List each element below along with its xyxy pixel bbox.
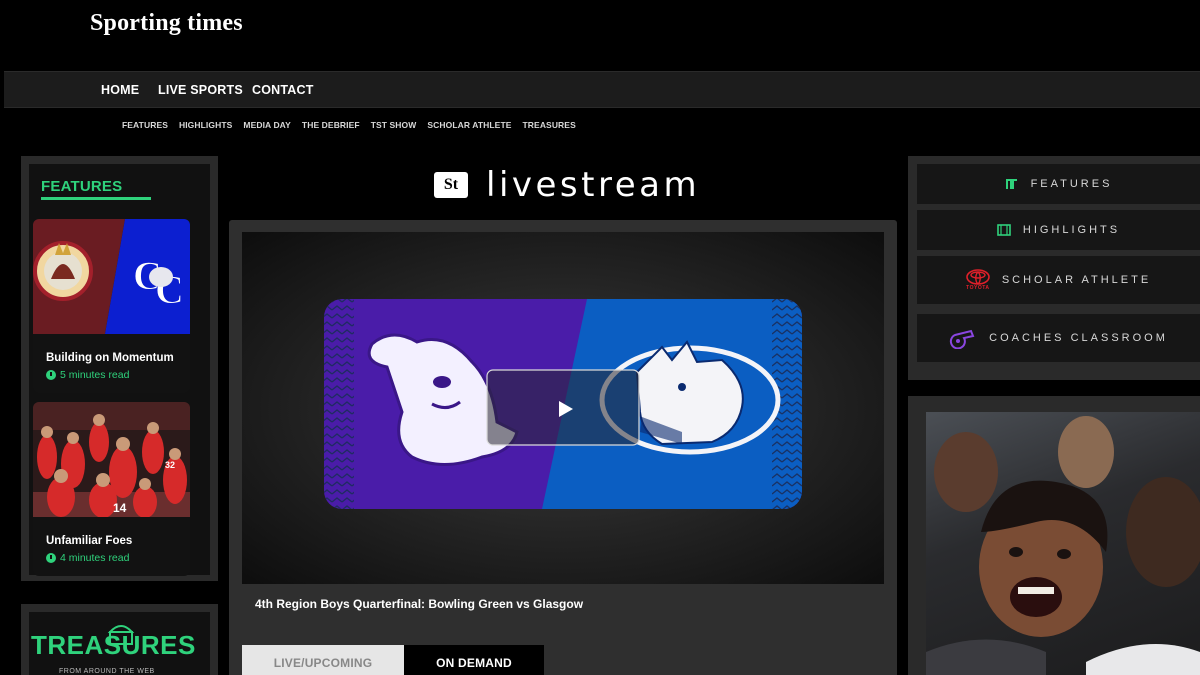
feature-card-2-image: 14 32 — [33, 402, 190, 517]
svg-text:14: 14 — [113, 501, 127, 515]
st-logo: St — [434, 172, 468, 198]
feature-card-1-image: C C — [33, 219, 190, 334]
main-nav: HOME LIVE SPORTS CONTACT — [4, 71, 1200, 108]
right-menu-scholar-athlete[interactable]: TOYOTA SCHOLAR ATHLETE — [917, 256, 1200, 304]
nav-contact[interactable]: CONTACT — [252, 83, 314, 97]
ad-panel — [908, 396, 1200, 675]
nav-home[interactable]: HOME — [101, 83, 139, 97]
matchup-graphic — [324, 299, 802, 509]
feature-card-1-title[interactable]: Building on Momentum — [46, 352, 174, 364]
right-menu-features[interactable]: FEATURES — [917, 164, 1200, 204]
features-underline — [41, 197, 151, 200]
subnav-features[interactable]: FEATURES — [122, 120, 168, 130]
sub-nav: FEATURES HIGHLIGHTS MEDIA DAY THE DEBRIE… — [122, 120, 587, 130]
fans-photo[interactable] — [926, 412, 1200, 675]
video-caption[interactable]: 4th Region Boys Quarterfinal: Bowling Gr… — [255, 597, 583, 611]
feature-card-2-title[interactable]: Unfamiliar Foes — [46, 535, 132, 547]
tab-live-upcoming[interactable]: LIVE/UPCOMING — [242, 645, 404, 675]
toyota-logo-icon — [966, 269, 990, 285]
feature-card-2[interactable]: 14 32 Unfamiliar Foes 4 minutes read — [33, 402, 190, 576]
site-logo[interactable]: Sporting times — [90, 10, 243, 37]
subnav-scholar-athlete[interactable]: SCHOLAR ATHLETE — [427, 120, 511, 130]
clock-icon — [46, 553, 56, 563]
right-menu-highlights[interactable]: HIGHLIGHTS — [917, 210, 1200, 250]
right-menu-scholar-athlete-label: SCHOLAR ATHLETE — [1001, 274, 1152, 286]
subnav-highlights[interactable]: HIGHLIGHTS — [179, 120, 232, 130]
treasures-panel[interactable]: TREASURES FROM AROUND THE WEB — [21, 604, 218, 675]
clock-icon — [46, 370, 56, 380]
tab-on-demand[interactable]: ON DEMAND — [404, 645, 544, 675]
right-menu: FEATURES HIGHLIGHTS TOYOTA SCHOLAR ATHLE… — [908, 156, 1200, 380]
svg-text:32: 32 — [165, 460, 175, 470]
feature-card-1-read-time: 5 minutes read — [60, 369, 130, 381]
right-menu-highlights-label: HIGHLIGHTS — [1022, 224, 1121, 236]
toyota-sponsor-text: TOYOTA — [966, 285, 990, 291]
features-heading: FEATURES — [41, 178, 123, 195]
toyota-logo: TOYOTA — [966, 269, 990, 291]
livestream-heading: livestream — [486, 165, 701, 205]
treasures-subtitle: FROM AROUND THE WEB — [59, 668, 155, 675]
nav-live-sports[interactable]: LIVE SPORTS — [158, 83, 243, 97]
features-panel: FEATURES C C Building on Momentum 5 minu… — [21, 156, 218, 581]
right-menu-coaches-classroom[interactable]: COACHES CLASSROOM — [917, 314, 1200, 362]
feature-card-1-meta: 5 minutes read — [46, 369, 129, 381]
right-menu-features-label: FEATURES — [1030, 178, 1113, 190]
right-menu-coaches-classroom-label: COACHES CLASSROOM — [989, 332, 1168, 344]
feature-card-1[interactable]: C C Building on Momentum 5 minutes read — [33, 219, 190, 393]
subnav-tst-show[interactable]: TST SHOW — [371, 120, 417, 130]
feature-card-2-read-time: 4 minutes read — [60, 552, 130, 564]
video-player[interactable] — [242, 232, 884, 584]
subnav-the-debrief[interactable]: THE DEBRIEF — [302, 120, 360, 130]
features-icon — [1005, 179, 1017, 189]
whistle-icon — [950, 329, 975, 349]
treasures-logo: TREASURES — [31, 630, 196, 660]
subnav-treasures[interactable]: TREASURES — [523, 120, 576, 130]
film-icon — [997, 224, 1011, 236]
subnav-media-day[interactable]: MEDIA DAY — [243, 120, 291, 130]
feature-card-2-meta: 4 minutes read — [46, 552, 129, 564]
